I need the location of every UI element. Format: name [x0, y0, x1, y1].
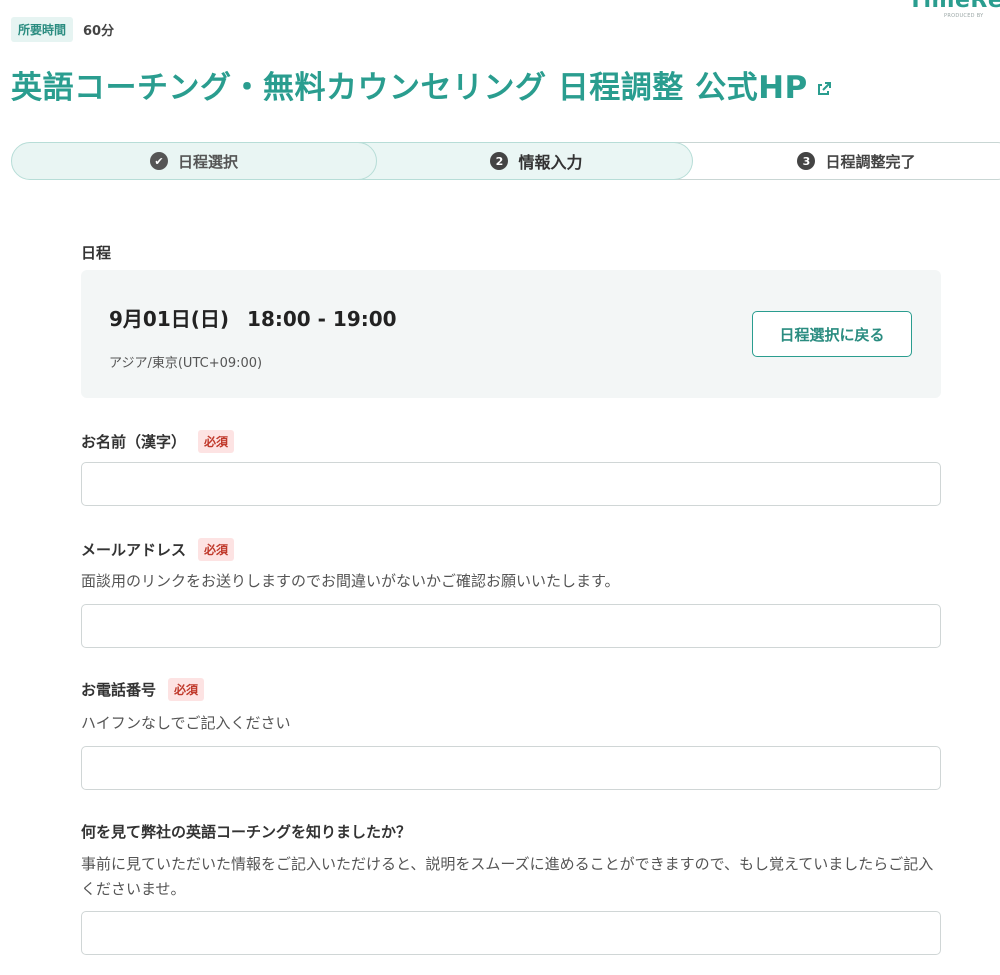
- required-badge: 必須: [168, 678, 205, 701]
- step-number-icon: 2: [490, 152, 509, 170]
- step-date-select: ✔ 日程選択: [11, 142, 377, 180]
- phone-label-text: お電話番号: [81, 681, 157, 699]
- phone-input[interactable]: [81, 746, 941, 790]
- name-label-text: お名前（漢字）: [81, 433, 187, 451]
- logo-subtext: PRODUCED BY: [944, 13, 984, 19]
- source-help-text: 事前に見ていただいた情報をご記入いただけると、説明をスムーズに進めることができま…: [81, 855, 934, 898]
- required-badge: 必須: [198, 538, 235, 561]
- page-title-text[interactable]: 英語コーチング・無料カウンセリング 日程調整 公式HP: [11, 70, 808, 106]
- selected-time: 18:00 - 19:00: [247, 307, 397, 331]
- step-label: 日程調整完了: [825, 152, 916, 171]
- page-title[interactable]: 英語コーチング・無料カウンセリング 日程調整 公式HP: [11, 62, 832, 108]
- email-help-text: 面談用のリンクをお送りしますのでお間違いがないかご確認お願いいたします。: [81, 572, 620, 590]
- name-input[interactable]: [81, 462, 941, 506]
- selected-datetime: 9月01日(日) 18:00 - 19:00: [109, 303, 397, 332]
- back-to-date-select-button[interactable]: 日程選択に戻る: [752, 311, 912, 357]
- required-badge: 必須: [198, 430, 235, 453]
- source-field-label: 何を見て弊社の英語コーチングを知りましたか？: [81, 821, 411, 842]
- step-label: 情報入力: [518, 153, 583, 172]
- source-input[interactable]: [81, 911, 941, 955]
- schedule-label-text: 日程: [81, 244, 112, 262]
- phone-help-text: ハイフンなしでご記入ください: [81, 714, 291, 732]
- schedule-label: 日程: [81, 242, 111, 263]
- email-field-label: メールアドレス 必須: [81, 538, 235, 561]
- check-circle-icon: ✔: [149, 152, 168, 170]
- name-field-label: お名前（漢字） 必須: [81, 430, 235, 453]
- email-label-text: メールアドレス: [81, 541, 187, 559]
- source-label-text: 何を見て弊社の英語コーチングを知りましたか？: [81, 823, 412, 841]
- duration-meta: 所要時間 60分: [11, 17, 114, 42]
- timezone: アジア/東京(UTC+09:00): [109, 356, 263, 371]
- duration-label: 所要時間: [11, 17, 74, 42]
- step-info-input: 2 情報入力: [341, 142, 693, 180]
- step-label: 日程選択: [177, 152, 238, 171]
- progress-stepper: ✔ 日程選択 2 情報入力 3 日程調整完了: [11, 142, 1000, 180]
- email-input[interactable]: [81, 604, 941, 648]
- external-link-icon[interactable]: [816, 69, 832, 105]
- phone-field-label: お電話番号 必須: [81, 678, 205, 701]
- selected-date: 9月01日(日): [109, 307, 230, 331]
- duration-value: 60分: [83, 24, 115, 39]
- step-number-icon: 3: [797, 152, 816, 170]
- step-complete: 3 日程調整完了: [657, 142, 1000, 180]
- selected-date-card: 9月01日(日) 18:00 - 19:00 アジア/東京(UTC+09:00) …: [81, 270, 941, 398]
